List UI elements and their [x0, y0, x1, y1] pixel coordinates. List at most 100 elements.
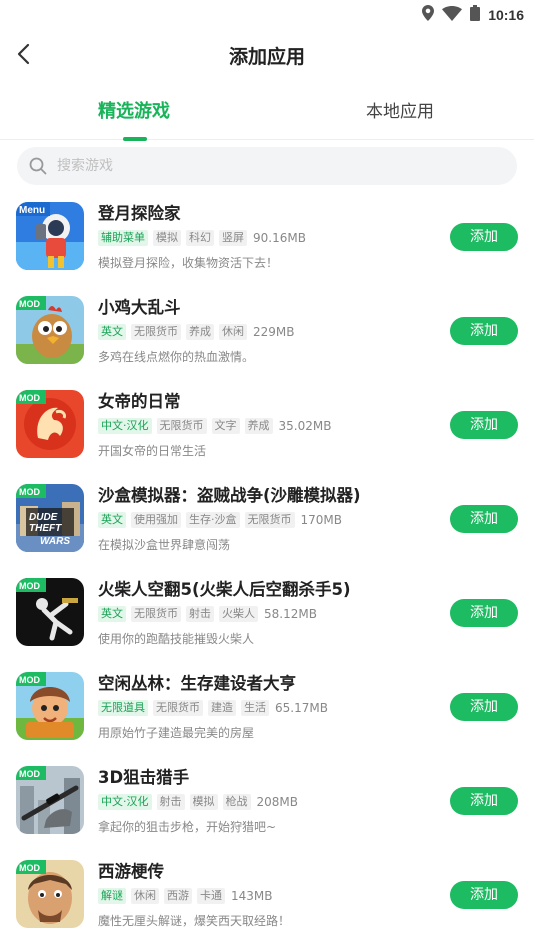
- phoenix-game-icon: MOD: [16, 390, 84, 458]
- game-tag: 养成: [244, 418, 273, 434]
- add-button[interactable]: 添加: [450, 693, 518, 721]
- search-box[interactable]: [17, 147, 517, 185]
- game-tag: 生活: [241, 700, 269, 716]
- search-icon: [29, 157, 47, 175]
- game-tag: 休闲: [131, 888, 159, 904]
- game-size: 229MB: [253, 325, 295, 339]
- game-tag: 无限货币: [131, 324, 181, 340]
- stickman-game-icon: MOD: [16, 578, 84, 646]
- game-description: 用原始竹子建造最完美的房屋: [98, 726, 255, 740]
- game-tags: 英文 无限货币 射击 火柴人 58.12MB: [98, 606, 317, 622]
- game-size: 143MB: [231, 889, 273, 903]
- status-icons: 10:16: [422, 5, 524, 25]
- game-tags: 无限道具 无限货币 建造 生活 65.17MB: [98, 700, 328, 716]
- wifi-icon: [442, 5, 463, 25]
- active-tab-indicator: [123, 137, 147, 141]
- game-tag: 无限货币: [153, 700, 203, 716]
- header: 添加应用: [0, 28, 534, 84]
- game-tag: 射击: [156, 794, 185, 810]
- add-button[interactable]: 添加: [450, 411, 518, 439]
- tab-bar: 精选游戏 本地应用: [0, 92, 534, 140]
- chicken-game-icon: MOD: [16, 296, 84, 364]
- game-tag: 枪战: [222, 794, 251, 810]
- tab-local-apps[interactable]: 本地应用: [310, 92, 490, 140]
- mod-badge: MOD: [19, 769, 40, 779]
- game-tag: 生存·沙盒: [186, 512, 240, 528]
- search-input[interactable]: [57, 147, 497, 185]
- svg-text:WARS: WARS: [40, 536, 70, 547]
- page-title: 添加应用: [228, 46, 305, 68]
- game-tag: 使用强加: [131, 512, 181, 528]
- game-tag: 模拟: [189, 794, 218, 810]
- game-tag: 西游: [164, 888, 192, 904]
- mod-badge: MOD: [19, 675, 40, 685]
- add-button[interactable]: 添加: [450, 223, 518, 251]
- list-item[interactable]: MOD 小鸡大乱斗 英文 无限货币 养成 休闲 229MB 多鸡在线点燃你的热血…: [0, 290, 534, 384]
- add-button[interactable]: 添加: [450, 317, 518, 345]
- battery-icon: [470, 5, 481, 25]
- game-tag: 无限货币: [131, 606, 181, 622]
- list-item[interactable]: Menu 登月探险家 辅助菜单 模拟 科幻 竖屏 90.16MB 模拟登月探险，…: [0, 196, 534, 290]
- caveman-game-icon: MOD: [16, 672, 84, 740]
- game-tag: 科幻: [186, 230, 214, 246]
- game-tags: 辅助菜单 模拟 科幻 竖屏 90.16MB: [98, 230, 306, 246]
- monk-game-icon: MOD: [16, 860, 84, 928]
- game-tag: 文字: [211, 418, 240, 434]
- game-tags: 解谜 休闲 西游 卡通 143MB: [98, 888, 273, 904]
- tab-featured-games[interactable]: 精选游戏: [44, 92, 224, 140]
- game-name: 女帝的日常: [98, 392, 181, 411]
- game-description: 拿起你的狙击步枪，开始狩猎吧~: [98, 820, 277, 834]
- game-name: 空闲丛林：生存建设者大亨: [98, 674, 296, 693]
- location-icon: [422, 5, 435, 25]
- add-button[interactable]: 添加: [450, 787, 518, 815]
- game-tag: 养成: [186, 324, 214, 340]
- list-item[interactable]: MOD 3D狙击猎手 中文·汉化 射击 模拟 枪战 208MB 拿起你的狙击步枪…: [0, 760, 534, 854]
- game-description: 使用你的跑酷技能摧毁火柴人: [98, 632, 255, 646]
- game-tag: 辅助菜单: [98, 230, 148, 246]
- game-description: 魔性无厘头解谜，爆笑西天取经路！: [98, 914, 291, 928]
- dude-theft-wars-icon: DUDE THEFT WARS MOD: [16, 484, 84, 552]
- list-item[interactable]: MOD 西游梗传 解谜 休闲 西游 卡通 143MB 魔性无厘头解谜，爆笑西天取…: [0, 854, 534, 948]
- add-button[interactable]: 添加: [450, 881, 518, 909]
- game-size: 58.12MB: [264, 607, 317, 621]
- mod-badge: MOD: [19, 863, 40, 873]
- svg-text:THEFT: THEFT: [29, 523, 62, 534]
- game-tag: 英文: [98, 512, 126, 528]
- mod-badge: MOD: [19, 581, 40, 591]
- game-tag: 休闲: [219, 324, 247, 340]
- game-tags: 中文·汉化 射击 模拟 枪战 208MB: [98, 794, 298, 810]
- game-tag: 解谜: [98, 888, 126, 904]
- game-tag: 卡通: [197, 888, 225, 904]
- astronaut-game-icon: Menu: [16, 202, 84, 270]
- game-tags: 英文 使用强加 生存·沙盒 无限货币 170MB: [98, 512, 342, 528]
- list-item[interactable]: MOD 空闲丛林：生存建设者大亨 无限道具 无限货币 建造 生活 65.17MB…: [0, 666, 534, 760]
- add-button[interactable]: 添加: [450, 505, 518, 533]
- mod-badge: MOD: [19, 393, 40, 403]
- game-tag: 射击: [186, 606, 214, 622]
- menu-badge: Menu: [19, 205, 45, 216]
- game-name: 小鸡大乱斗: [98, 298, 181, 317]
- game-tags: 英文 无限货币 养成 休闲 229MB: [98, 324, 295, 340]
- game-tag: 竖屏: [219, 230, 247, 246]
- game-tag: 模拟: [153, 230, 181, 246]
- game-tag: 无限货币: [244, 512, 295, 528]
- list-item[interactable]: DUDE THEFT WARS MOD 沙盒模拟器：盗贼战争(沙雕模拟器) 英文…: [0, 478, 534, 572]
- game-tag: 火柴人: [219, 606, 258, 622]
- add-button[interactable]: 添加: [450, 599, 518, 627]
- list-item[interactable]: MOD 女帝的日常 中文·汉化 无限货币 文字 养成 35.02MB 开国女帝的…: [0, 384, 534, 478]
- game-name: 沙盒模拟器：盗贼战争(沙雕模拟器): [98, 486, 361, 505]
- list-item[interactable]: MOD 火柴人空翻5(火柴人后空翻杀手5) 英文 无限货币 射击 火柴人 58.…: [0, 572, 534, 666]
- game-description: 模拟登月探险，收集物资活下去！: [98, 256, 279, 270]
- game-name: 3D狙击猎手: [98, 768, 190, 787]
- game-tag: 无限货币: [156, 418, 207, 434]
- game-name: 西游梗传: [98, 862, 164, 881]
- game-description: 多鸡在线点燃你的热血激情。: [98, 350, 255, 364]
- game-tag: 中文·汉化: [98, 418, 152, 434]
- svg-text:DUDE: DUDE: [29, 512, 58, 523]
- game-tag: 中文·汉化: [98, 794, 152, 810]
- game-tags: 中文·汉化 无限货币 文字 养成 35.02MB: [98, 418, 331, 434]
- mod-badge: MOD: [19, 487, 40, 497]
- game-tag: 英文: [98, 324, 126, 340]
- status-time: 10:16: [488, 7, 524, 23]
- game-tag: 无限道具: [98, 700, 148, 716]
